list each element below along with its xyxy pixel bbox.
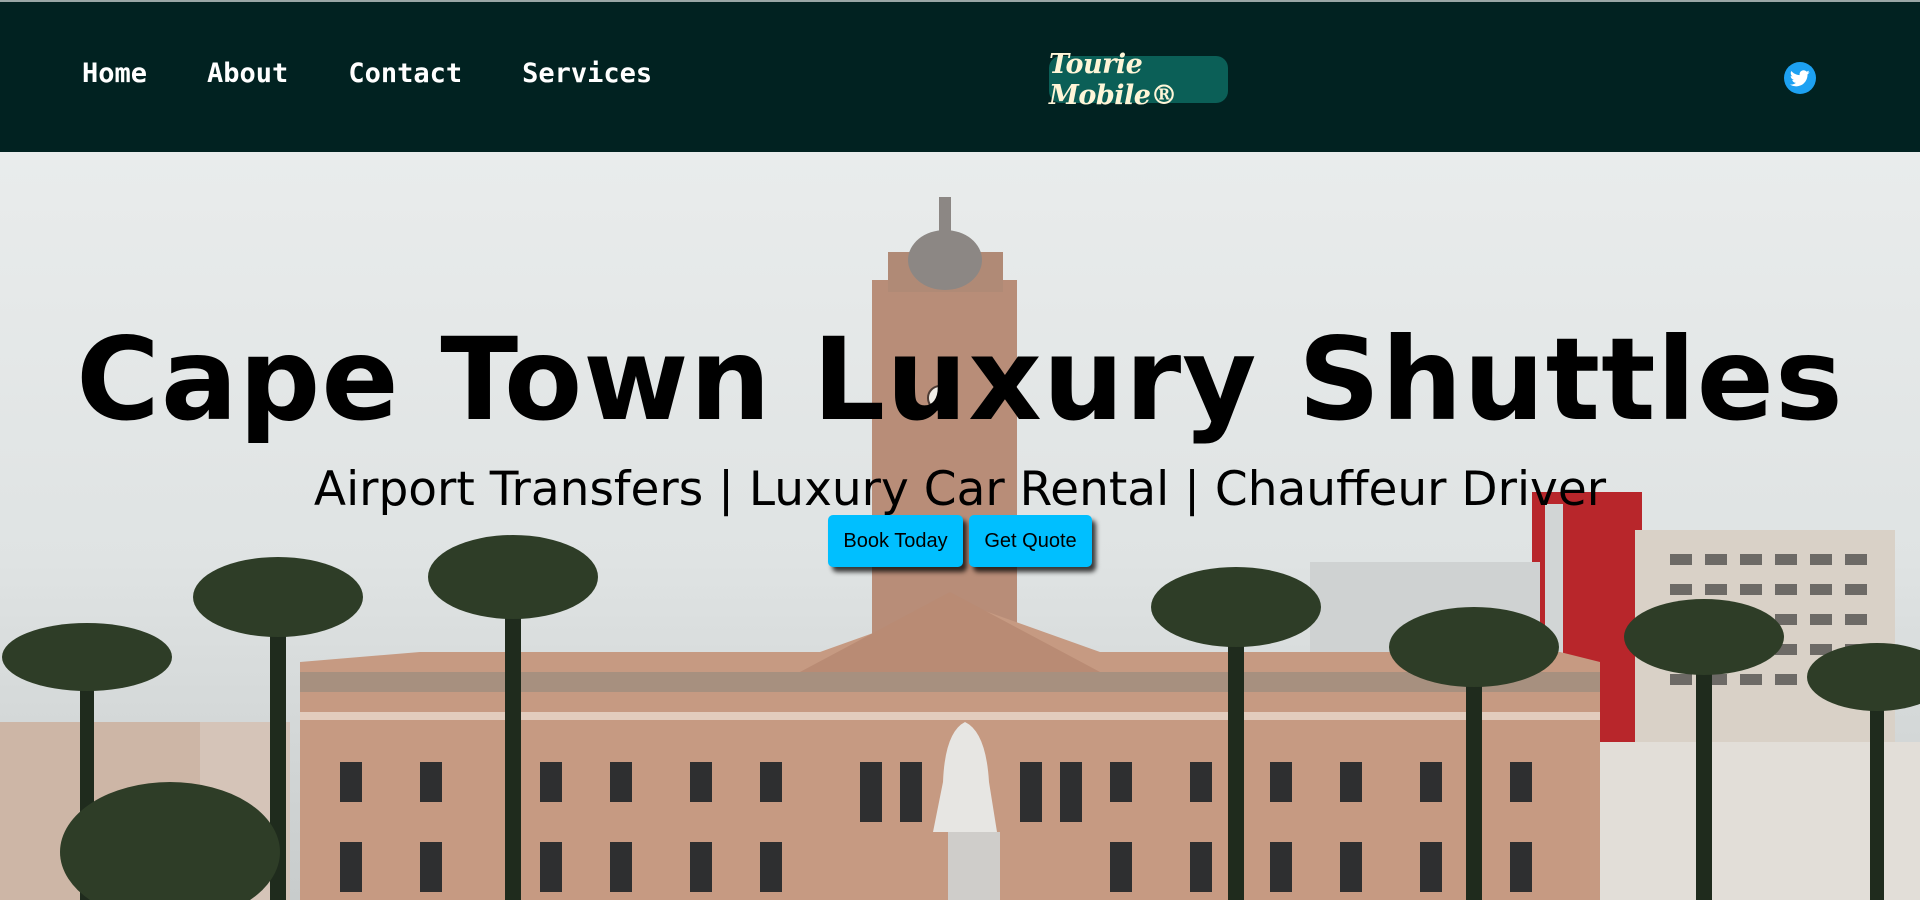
twitter-icon	[1790, 69, 1810, 86]
top-navbar: Home About Contact Services Tourie Mobil…	[0, 0, 1920, 152]
hero-title: Cape Town Luxury Shuttles	[76, 313, 1844, 446]
get-quote-button[interactable]: Get Quote	[969, 515, 1092, 567]
hero-section: Cape Town Luxury Shuttles Airport Transf…	[0, 152, 1920, 900]
nav-link-contact[interactable]: Contact	[348, 57, 462, 91]
cta-button-group: Book Today Get Quote	[828, 515, 1092, 567]
twitter-link[interactable]	[1784, 62, 1816, 94]
nav-link-services[interactable]: Services	[522, 57, 652, 91]
logo-text: Tourie Mobile®	[1049, 48, 1177, 111]
nav-link-home[interactable]: Home	[82, 57, 147, 91]
main-nav: Home About Contact Services	[82, 57, 712, 91]
hero-subtitle: Airport Transfers | Luxury Car Rental | …	[313, 462, 1607, 517]
book-today-button[interactable]: Book Today	[828, 515, 963, 567]
brand-logo[interactable]: Tourie Mobile®	[1049, 49, 1228, 111]
nav-link-about[interactable]: About	[207, 57, 288, 91]
